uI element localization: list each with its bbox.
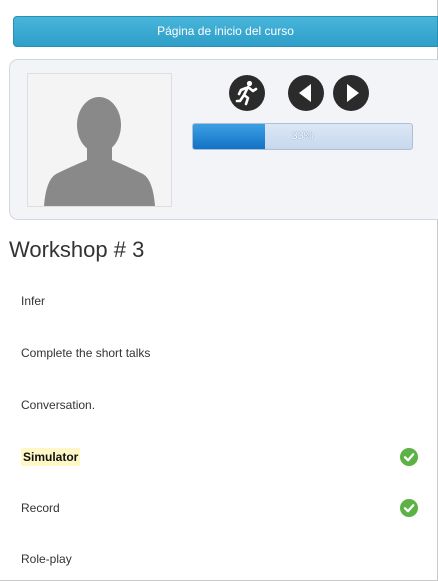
progress-bar: 33% [192,123,413,150]
course-frame: Página de inicio del curso 33% Workshop … [0,0,438,581]
completed-check-icon [400,499,418,517]
profile-panel: 33% [9,59,438,220]
workshop-title: Workshop # 3 [9,237,145,262]
activity-item[interactable]: Role-play [21,545,426,573]
course-home-button[interactable]: Página de inicio del curso [13,16,438,47]
completed-check-icon [400,448,418,466]
activity-item[interactable]: Complete the short talks [21,339,426,367]
next-button[interactable] [333,75,369,111]
previous-arrow-icon [299,84,311,102]
activity-item[interactable]: Infer [21,287,426,315]
exit-activity-button[interactable] [229,75,265,111]
activity-label: Role-play [21,552,72,566]
user-silhouette-icon [28,74,171,206]
activity-label: Infer [21,294,46,308]
running-person-icon [235,80,258,106]
avatar [27,73,172,207]
next-arrow-icon [347,84,359,102]
activity-item[interactable]: Simulator [21,443,426,471]
previous-button[interactable] [288,75,324,111]
progress-label: 33% [291,130,314,142]
activity-label: Complete the short talks [21,346,151,360]
activity-label: Conversation. [21,398,96,412]
activity-label: Simulator [21,448,81,466]
activity-label: Record [21,501,60,515]
activity-item[interactable]: Conversation. [21,391,426,419]
activity-item[interactable]: Record [21,494,426,522]
